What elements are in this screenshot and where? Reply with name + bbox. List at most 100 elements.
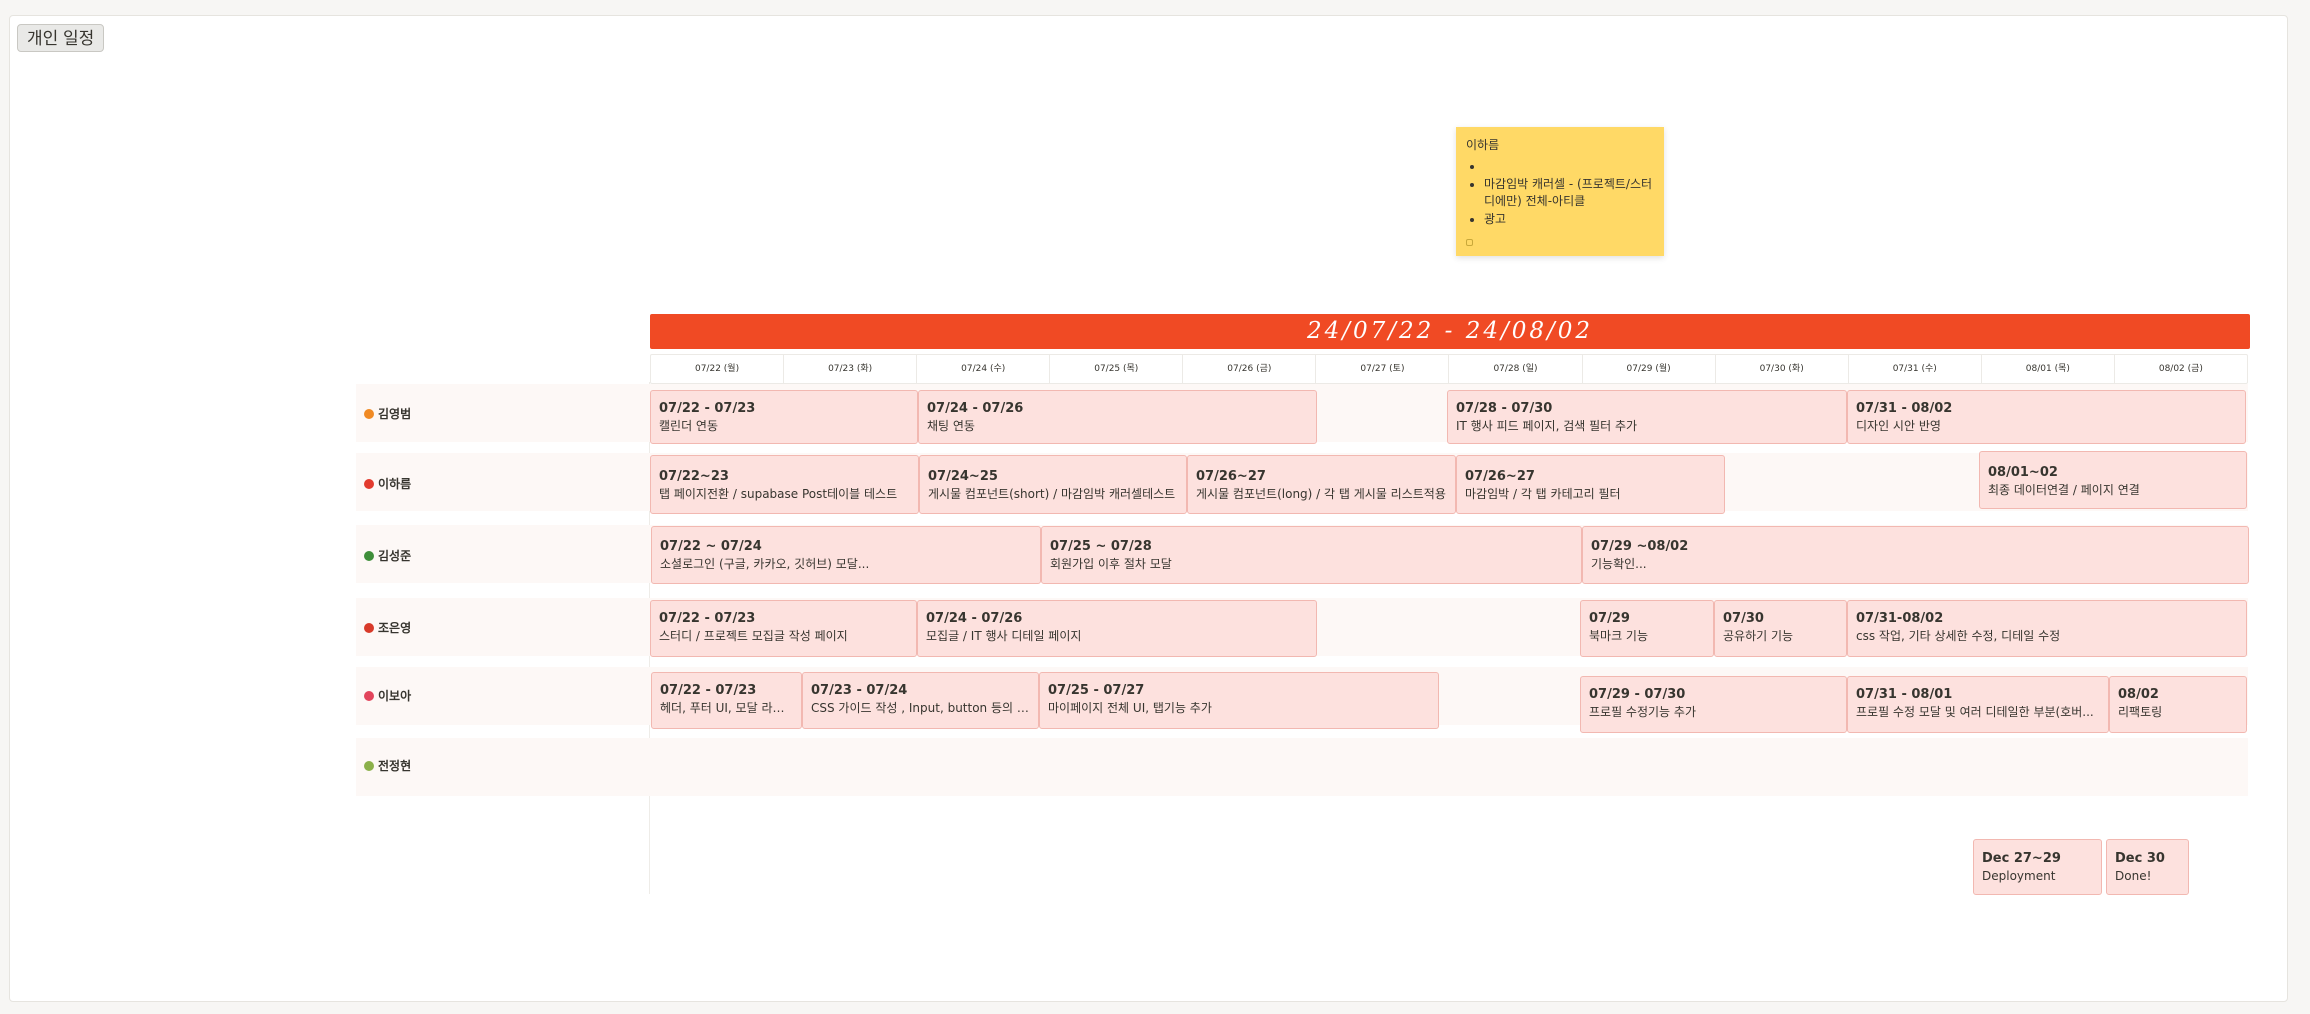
task-text: 디자인 시안 반영 <box>1856 419 1941 433</box>
task-card[interactable]: 07/23 - 07/24 CSS 가이드 작성 , Input, button… <box>802 672 1039 729</box>
task-card[interactable]: 07/30 공유하기 기능 <box>1714 600 1847 657</box>
task-text: 채팅 연동 <box>927 419 975 433</box>
task-date: 07/24 - 07/26 <box>926 611 1023 626</box>
broccoli-icon <box>364 551 374 561</box>
task-date: 07/26~27 <box>1196 469 1266 484</box>
task-card[interactable]: 07/31 - 08/01 프로필 수정 모달 및 여러 디테일한 부분(호버.… <box>1847 676 2109 733</box>
task-date: 07/22 - 07/23 <box>659 611 756 626</box>
date-header-cell: 07/24 (수) <box>917 355 1051 383</box>
task-card[interactable]: 07/31 - 08/02 디자인 시안 반영 <box>1847 390 2246 444</box>
page-title-button[interactable]: 개인 일정 <box>17 24 105 52</box>
task-text: 마감임박 / 각 탭 카테고리 필터 <box>1465 487 1621 501</box>
sticky-note[interactable]: 이하름 마감임박 캐러셀 - (프로젝트/스터디에만) 전체-아티클 광고 <box>1456 127 1664 256</box>
member-label: 전정현 <box>364 758 411 774</box>
task-text: 탭 페이지전환 / supabase Post테이블 테스트 <box>659 487 898 501</box>
task-text: 리팩토링 <box>2118 705 2163 719</box>
task-text: Deployment <box>1982 869 2056 883</box>
task-card[interactable]: 07/25 - 07/27 마이페이지 전체 UI, 탭기능 추가 <box>1039 672 1439 729</box>
task-card[interactable]: 07/25 ~ 07/28 회원가입 이후 절차 모달 <box>1041 526 1582 584</box>
strawberry-icon <box>364 479 374 489</box>
task-card[interactable]: 07/31-08/02 css 작업, 기타 상세한 수정, 디테일 수정 <box>1847 600 2247 657</box>
member-name: 전정현 <box>378 759 412 773</box>
member-row <box>356 738 2248 796</box>
task-card[interactable]: 07/22 ~ 07/24 소셜로그인 (구글, 카카오, 깃허브) 모달... <box>651 526 1041 584</box>
task-date: 07/23 - 07/24 <box>811 683 908 698</box>
date-header-cell: 07/29 (월) <box>1583 355 1716 383</box>
task-date: 07/31 - 08/01 <box>1856 687 1953 702</box>
member-label: 이하름 <box>364 476 411 492</box>
task-card[interactable]: 07/22 - 07/23 캘린더 연동 <box>650 390 918 444</box>
task-text: 마이페이지 전체 UI, 탭기능 추가 <box>1048 701 1212 715</box>
tomato-icon <box>364 623 374 633</box>
task-date: 07/29 ~08/02 <box>1591 539 1689 554</box>
date-header-cell: 07/23 (화) <box>784 355 918 383</box>
task-text: Done! <box>2115 869 2152 883</box>
task-card[interactable]: 07/22 - 07/23 스터디 / 프로젝트 모집글 작성 페이지 <box>650 600 917 657</box>
task-date: 07/26~27 <box>1465 469 1535 484</box>
task-date: 07/31 - 08/02 <box>1856 401 1953 416</box>
member-name: 이보아 <box>378 689 412 703</box>
task-card[interactable]: 07/29 - 07/30 프로필 수정기능 추가 <box>1580 676 1847 733</box>
task-date: 07/31-08/02 <box>1856 611 1944 626</box>
member-label: 김영범 <box>364 406 411 422</box>
task-text: IT 행사 피드 페이지, 검색 필터 추가 <box>1456 419 1638 433</box>
task-card[interactable]: 07/26~27 마감임박 / 각 탭 카테고리 필터 <box>1456 455 1725 514</box>
date-range-banner: 24/07/22 - 24/08/02 <box>650 314 2250 349</box>
task-date: 07/22 ~ 07/24 <box>660 539 762 554</box>
task-date: 07/24~25 <box>928 469 998 484</box>
task-card[interactable]: 07/24 - 07/26 채팅 연동 <box>918 390 1317 444</box>
task-date: 08/02 <box>2118 687 2159 702</box>
member-name: 조은영 <box>378 621 412 635</box>
date-header-row: 07/22 (월) 07/23 (화) 07/24 (수) 07/25 (목) … <box>650 354 2248 384</box>
carrot-icon <box>364 409 374 419</box>
task-card[interactable]: 08/01~02 최종 데이터연결 / 페이지 연결 <box>1979 451 2247 509</box>
task-card[interactable]: 07/24~25 게시물 컴포넌트(short) / 마감임박 캐러셀테스트 <box>919 455 1187 514</box>
task-text: 기능확인... <box>1591 557 1647 571</box>
task-text: 게시물 컴포넌트(long) / 각 탭 게시물 리스트적용 <box>1196 487 1446 501</box>
task-card[interactable]: 07/22 - 07/23 헤더, 푸터 UI, 모달 라이... <box>651 672 802 729</box>
task-date: Dec 30 <box>2115 851 2165 866</box>
task-date: 07/29 <box>1589 611 1630 626</box>
task-card[interactable]: 07/29 북마크 기능 <box>1580 600 1714 657</box>
task-text: 최종 데이터연결 / 페이지 연결 <box>1988 483 2140 497</box>
task-text: 모집글 / IT 행사 디테일 페이지 <box>926 629 1082 643</box>
task-text: 소셜로그인 (구글, 카카오, 깃허브) 모달... <box>660 557 870 571</box>
task-text: 북마크 기능 <box>1589 629 1649 643</box>
resize-handle-icon[interactable] <box>1466 239 1473 246</box>
task-date: 07/24 - 07/26 <box>927 401 1024 416</box>
task-date: 07/22 - 07/23 <box>659 401 756 416</box>
date-header-cell: 07/28 (일) <box>1449 355 1583 383</box>
date-header-cell: 07/26 (금) <box>1183 355 1317 383</box>
sticky-note-item: 광고 <box>1484 211 1654 228</box>
task-card[interactable]: 07/28 - 07/30 IT 행사 피드 페이지, 검색 필터 추가 <box>1447 390 1847 444</box>
task-text: 회원가입 이후 절차 모달 <box>1050 557 1172 571</box>
task-card[interactable]: 07/24 - 07/26 모집글 / IT 행사 디테일 페이지 <box>917 600 1317 657</box>
task-text: css 작업, 기타 상세한 수정, 디테일 수정 <box>1856 629 2061 643</box>
watermelon-icon <box>364 691 374 701</box>
task-card[interactable]: Dec 27~29 Deployment <box>1973 839 2102 895</box>
member-label: 조은영 <box>364 620 411 636</box>
date-header-cell: 08/01 (목) <box>1982 355 2115 383</box>
date-header-cell: 07/30 (화) <box>1716 355 1849 383</box>
task-text: 게시물 컴포넌트(short) / 마감임박 캐러셀테스트 <box>928 487 1176 501</box>
task-card[interactable]: 08/02 리팩토링 <box>2109 676 2247 733</box>
task-date: 07/29 - 07/30 <box>1589 687 1686 702</box>
task-date: 07/25 - 07/27 <box>1048 683 1145 698</box>
task-text: 프로필 수정 모달 및 여러 디테일한 부분(호버... <box>1856 705 2094 719</box>
task-date: Dec 27~29 <box>1982 851 2061 866</box>
task-date: 07/22~23 <box>659 469 729 484</box>
task-card[interactable]: Dec 30 Done! <box>2106 839 2189 895</box>
avocado-icon <box>364 761 374 771</box>
task-card[interactable]: 07/26~27 게시물 컴포넌트(long) / 각 탭 게시물 리스트적용 <box>1187 455 1456 514</box>
task-card[interactable]: 07/29 ~08/02 기능확인... <box>1582 526 2249 584</box>
task-text: 프로필 수정기능 추가 <box>1589 705 1696 719</box>
member-label: 김성준 <box>364 548 411 564</box>
date-header-cell: 07/27 (토) <box>1316 355 1450 383</box>
task-date: 07/22 - 07/23 <box>660 683 757 698</box>
member-name: 이하름 <box>378 477 412 491</box>
task-date: 07/25 ~ 07/28 <box>1050 539 1152 554</box>
task-card[interactable]: 07/22~23 탭 페이지전환 / supabase Post테이블 테스트 <box>650 455 919 514</box>
task-date: 07/28 - 07/30 <box>1456 401 1553 416</box>
task-text: 공유하기 기능 <box>1723 629 1794 643</box>
task-date: 07/30 <box>1723 611 1764 626</box>
